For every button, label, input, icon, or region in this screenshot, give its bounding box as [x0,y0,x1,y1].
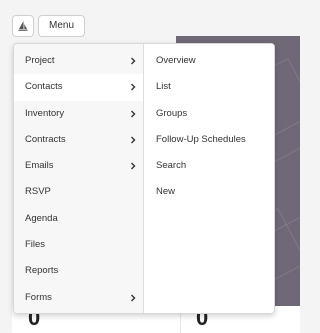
submenu-item-overview[interactable]: Overview [144,48,274,74]
menu-primary-list: Project Contacts Inventory Contracts Ema… [14,44,144,313]
menu-item-contracts[interactable]: Contracts [14,127,143,153]
menu-item-label: Contracts [25,133,66,145]
main-menu-dropdown: Project Contacts Inventory Contracts Ema… [13,43,275,314]
menu-item-label: Contacts [25,81,63,93]
menu-item-label: Project [25,55,55,66]
menu-item-label: Reports [25,265,59,277]
submenu-item-groups[interactable]: Groups [144,101,274,127]
menu-item-label: Inventory [25,107,65,119]
chevron-right-icon [131,57,136,65]
menu-item-agenda[interactable]: Agenda [14,206,143,232]
menu-item-emails[interactable]: Emails [14,153,143,179]
menu-item-inventory[interactable]: Inventory [14,101,143,127]
menu-button[interactable]: Menu [38,15,86,37]
menu-item-label: Forms [25,291,52,303]
chevron-right-icon [131,294,136,302]
menu-item-reports[interactable]: Reports [14,258,143,284]
chevron-right-icon [131,83,136,91]
menu-item-rsvp[interactable]: RSVP [14,179,143,205]
chevron-right-icon [131,162,136,170]
menu-item-label: RSVP [25,186,51,198]
submenu-item-follow-up-schedules[interactable]: Follow-Up Schedules [144,127,274,153]
app-page: 0 0 Menu Project Contacts Inventory Cont… [0,0,300,333]
submenu-item-list[interactable]: List [144,74,274,100]
submenu-item-search[interactable]: Search [144,153,274,179]
menu-item-label: Files [25,239,46,251]
chevron-right-icon [131,110,136,118]
menu-item-contacts[interactable]: Contacts [14,74,143,101]
submenu-item-new[interactable]: New [144,179,274,205]
menu-item-files[interactable]: Files [14,232,143,258]
menu-item-project[interactable]: Project [14,48,143,74]
chevron-right-icon [131,136,136,144]
logo-button[interactable] [12,15,34,37]
sailboat-logo-icon [18,21,28,31]
menu-item-forms[interactable]: Forms [14,285,143,311]
contacts-submenu: Overview List Groups Follow-Up Schedules… [144,44,274,313]
menu-item-label: Emails [25,160,54,172]
menu-item-label: Agenda [25,212,58,224]
